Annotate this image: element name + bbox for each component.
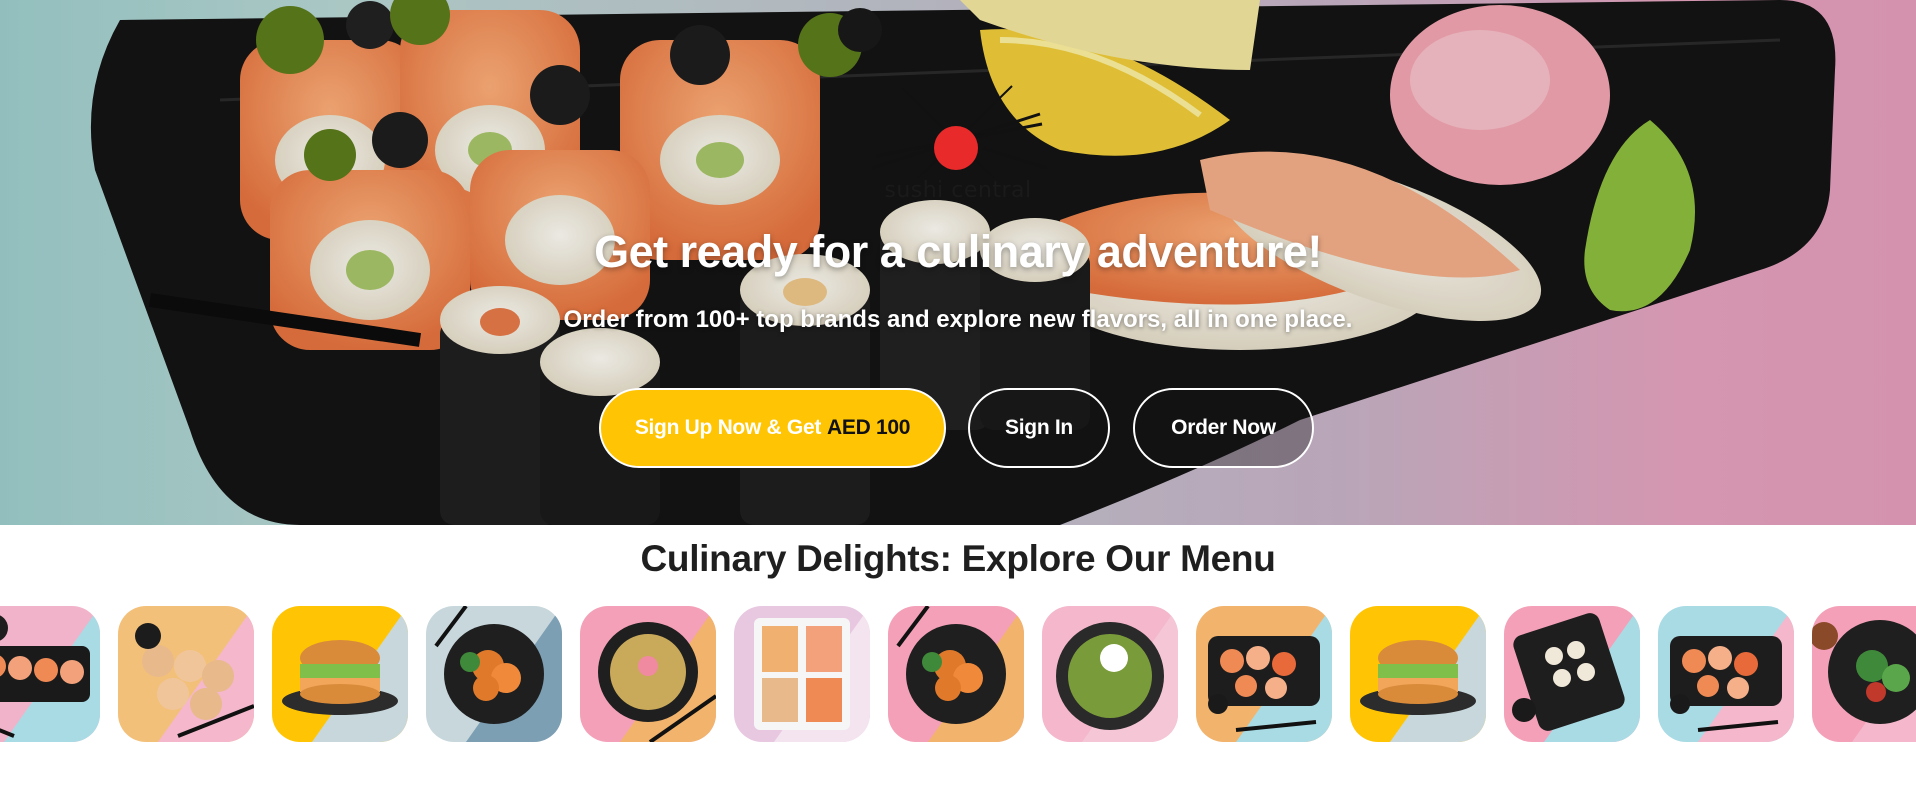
order-now-button[interactable]: Order Now	[1133, 388, 1314, 468]
menu-item-sushi-box-set[interactable]	[734, 606, 870, 742]
menu-item-fried-rice-bowl[interactable]	[580, 606, 716, 742]
menu-item-crispy-chicken-plate[interactable]	[888, 606, 1024, 742]
menu-item-maki-tray[interactable]	[1504, 606, 1640, 742]
menu-item-edamame-bowl[interactable]	[1042, 606, 1178, 742]
menu-item-salmon-platter[interactable]	[1658, 606, 1794, 742]
menu-item-salad-bowl[interactable]	[1812, 606, 1916, 742]
dish-image	[1042, 606, 1178, 742]
menu-carousel[interactable]	[0, 606, 1916, 742]
dish-image	[734, 606, 870, 742]
menu-item-sushi-burger-2[interactable]	[1350, 606, 1486, 742]
dish-image	[1812, 606, 1916, 742]
dish-image	[426, 606, 562, 742]
dish-image	[1196, 606, 1332, 742]
menu-item-sushi-burger[interactable]	[272, 606, 408, 742]
hero-banner: sushi central Get ready for a culinary a…	[0, 0, 1916, 525]
dish-image	[1350, 606, 1486, 742]
menu-item-crispy-chicken-bowl[interactable]	[426, 606, 562, 742]
hero-title: Get ready for a culinary adventure!	[594, 226, 1322, 277]
dish-image	[0, 606, 100, 742]
menu-item-sushi-boat-mix[interactable]	[1196, 606, 1332, 742]
dish-image	[888, 606, 1024, 742]
signup-bonus-amount: AED 100	[827, 416, 911, 439]
signin-button[interactable]: Sign In	[968, 388, 1110, 468]
menu-item-sushi-rolls-platter[interactable]	[0, 606, 100, 742]
dish-image	[272, 606, 408, 742]
menu-section-title: Culinary Delights: Explore Our Menu	[640, 538, 1276, 579]
logo-wordmark: sushi central	[884, 178, 1032, 203]
menu-item-crispy-sushi-bites[interactable]	[118, 606, 254, 742]
dish-image	[118, 606, 254, 742]
signup-button[interactable]: Sign Up Now & Get AED 100	[599, 388, 946, 468]
signup-button-label: Sign Up Now & Get	[634, 416, 822, 439]
dish-image	[580, 606, 716, 742]
dish-image	[1658, 606, 1794, 742]
dish-image	[1504, 606, 1640, 742]
hero-subtitle: Order from 100+ top brands and explore n…	[563, 306, 1353, 333]
